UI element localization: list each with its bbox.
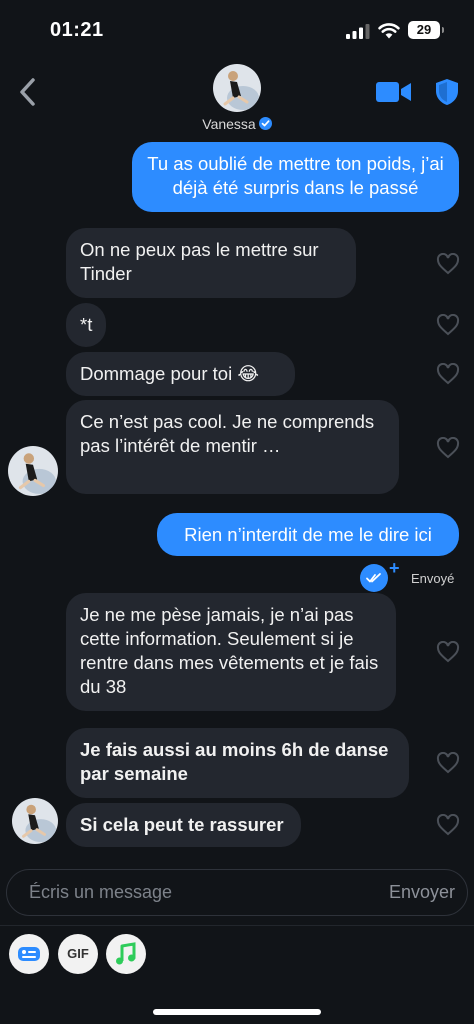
music-button[interactable] [106,934,146,974]
heart-icon[interactable] [436,314,460,336]
status-bar: 01:21 29 [0,0,474,60]
back-chevron-icon[interactable] [14,76,42,108]
wifi-icon [378,23,400,39]
battery-indicator: 29 [408,21,444,39]
send-button[interactable]: Envoyer [389,882,455,903]
verified-badge-icon [258,117,272,130]
incoming-message[interactable]: Si cela peut te rassurer [66,803,301,847]
plus-icon[interactable]: + [389,558,400,579]
heart-icon[interactable] [436,752,460,774]
heart-icon[interactable] [436,814,460,836]
sticker-icon [18,947,40,961]
heart-icon[interactable] [436,253,460,275]
sender-avatar[interactable] [8,446,58,496]
heart-icon[interactable] [436,363,460,385]
message-input[interactable] [29,870,359,915]
outgoing-message[interactable]: Rien n’interdit de me le dire ici [157,513,459,556]
incoming-message[interactable]: *t [66,303,106,347]
gif-label: GIF [67,946,89,961]
incoming-message[interactable]: Dommage pour toi 😂 [66,352,295,396]
sticker-button[interactable] [9,934,49,974]
video-camera-icon[interactable] [376,80,412,104]
contact-name-row[interactable]: Vanessa [0,116,474,132]
contact-name: Vanessa [202,116,256,132]
gif-button[interactable]: GIF [58,934,98,974]
sender-avatar[interactable] [12,798,58,844]
incoming-message[interactable]: Je fais aussi au moins 6h de danse par s… [66,728,409,798]
incoming-message[interactable]: On ne peux pas le mettre sur Tinder [66,228,356,298]
home-indicator [153,1009,321,1015]
heart-icon[interactable] [436,437,460,459]
divider [0,925,474,926]
message-composer: Envoyer [6,869,468,916]
double-check-icon [360,564,388,592]
sent-status-label: Envoyé [411,571,455,586]
incoming-message[interactable]: Je ne me pèse jamais, je n’ai pas cette … [66,593,396,711]
contact-avatar[interactable] [213,64,261,112]
shield-icon[interactable] [434,77,460,107]
cellular-signal-icon [346,24,370,39]
music-note-icon [116,942,136,965]
status-time: 01:21 [50,19,104,41]
incoming-message[interactable]: Ce n’est pas cool. Je ne comprends pas l… [66,400,399,494]
heart-icon[interactable] [436,641,460,663]
outgoing-message[interactable]: Tu as oublié de mettre ton poids, j’ai d… [132,142,459,212]
